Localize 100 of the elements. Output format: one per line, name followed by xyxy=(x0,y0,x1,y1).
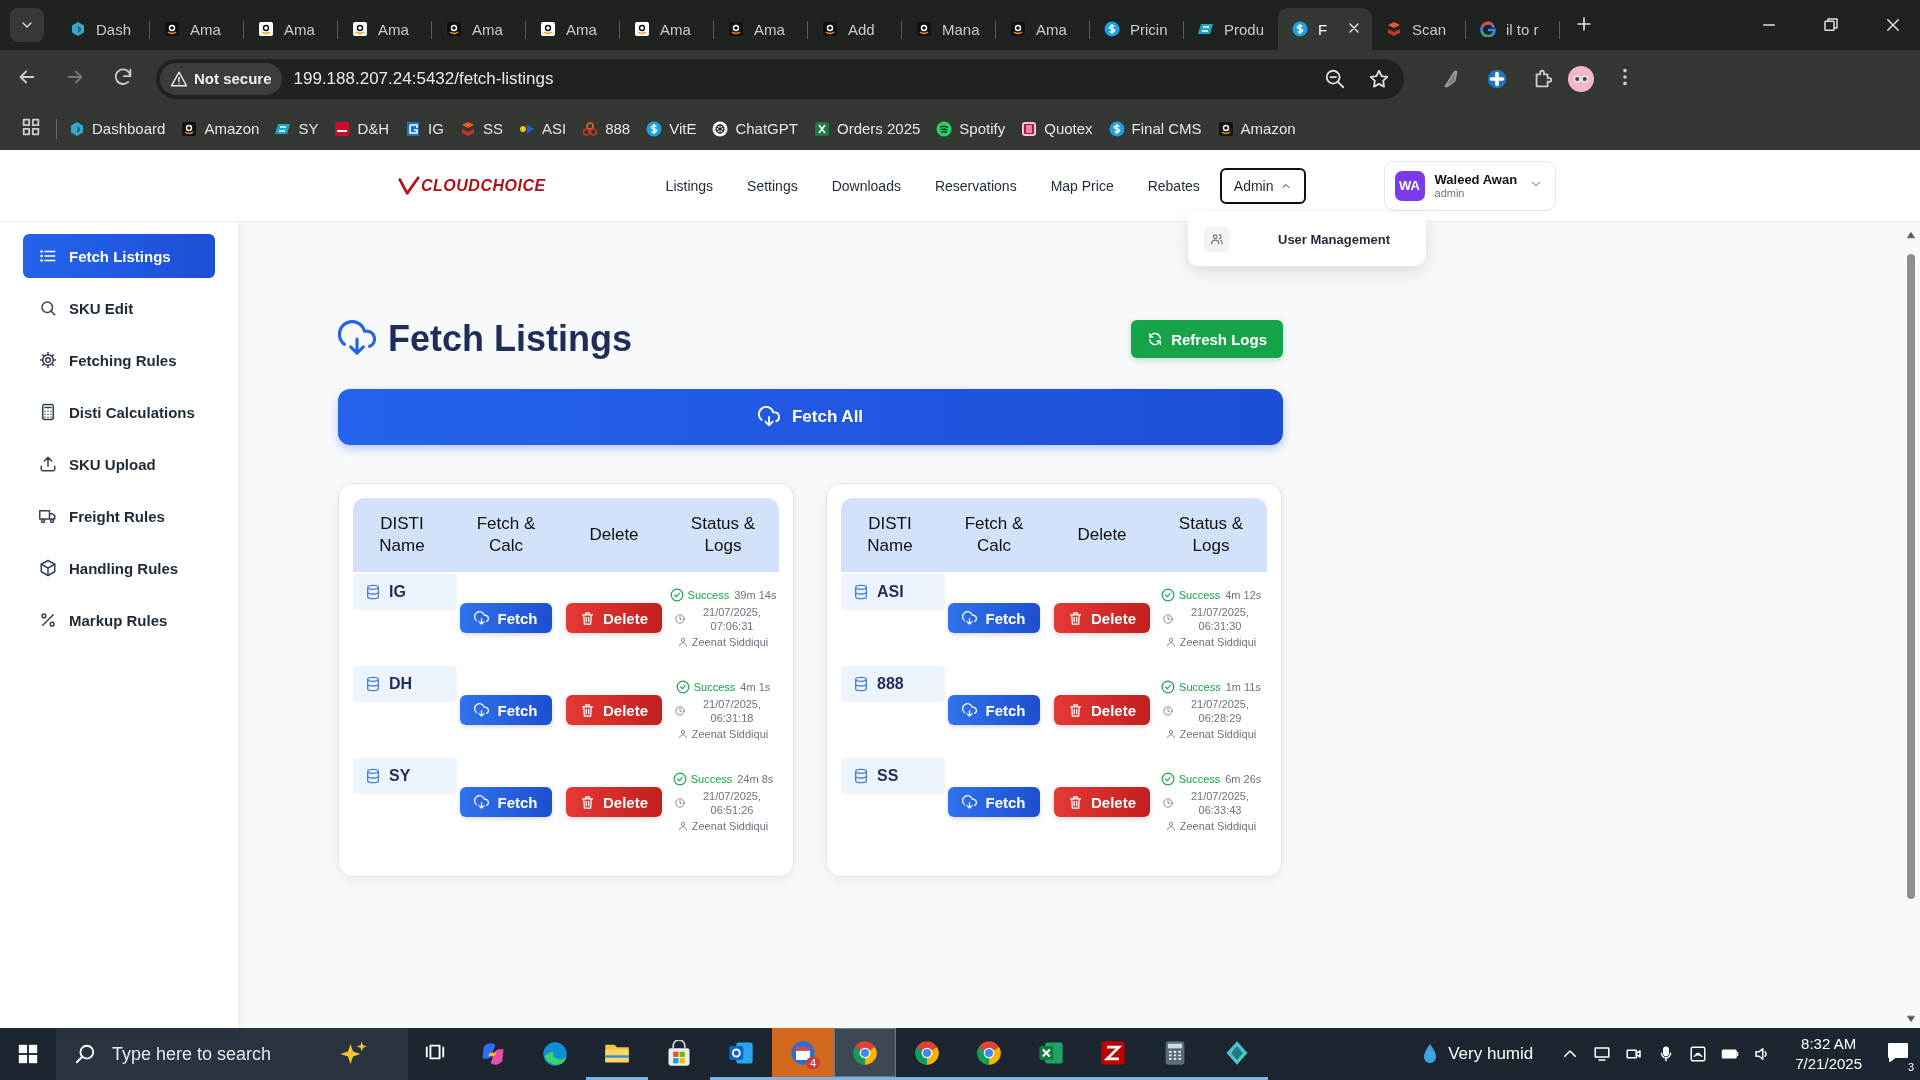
delete-button[interactable]: Delete xyxy=(566,603,662,633)
bookmark[interactable]: ChatGPT xyxy=(712,120,798,137)
fetch-button[interactable]: Fetch xyxy=(948,787,1040,817)
bookmark[interactable]: Amazon xyxy=(1217,120,1296,137)
browser-tab[interactable]: Ama xyxy=(620,8,714,50)
fetch-button[interactable]: Fetch xyxy=(948,695,1040,725)
user-icon xyxy=(1165,821,1176,831)
monitor-icon[interactable] xyxy=(1593,1045,1612,1063)
browser-tab[interactable]: Dash xyxy=(56,8,150,50)
search-field[interactable]: Type here to search xyxy=(56,1028,408,1080)
fetch-button[interactable]: Fetch xyxy=(460,787,552,817)
smile-logo-icon xyxy=(540,21,556,37)
sidebar-item[interactable]: Fetching Rules xyxy=(23,338,215,382)
nav-link[interactable]: Rebates xyxy=(1133,167,1214,204)
delete-button[interactable]: Delete xyxy=(1054,787,1150,817)
column-header: Status & Logs xyxy=(1155,498,1267,572)
sidebar-item[interactable]: Fetch Listings xyxy=(23,234,215,278)
browser-tab[interactable]: Ama xyxy=(338,8,432,50)
notification-count: 3 xyxy=(1905,1060,1916,1073)
bookmark[interactable]: Quotex xyxy=(1021,120,1093,137)
status-text: Success xyxy=(693,681,736,693)
browser-tab[interactable]: Produ xyxy=(1184,8,1278,50)
logo[interactable]: CLOUDCHOICE xyxy=(398,174,546,197)
browser-tab[interactable]: F xyxy=(1278,8,1372,50)
nav-link[interactable]: Admin xyxy=(1219,167,1306,204)
menu-item[interactable]: User Management xyxy=(1198,220,1416,258)
windows-logo-icon[interactable] xyxy=(17,1043,39,1065)
scrollbar-thumb[interactable] xyxy=(1907,254,1915,899)
trash-icon xyxy=(580,794,595,810)
bookmark[interactable]: SY xyxy=(275,120,319,137)
nav-link[interactable]: Listings xyxy=(651,167,728,204)
browser-tab[interactable]: Pricin xyxy=(1090,8,1184,50)
reload-icon[interactable] xyxy=(112,65,134,88)
browser-tab[interactable]: Ama xyxy=(244,8,338,50)
sidebar-item[interactable]: Handling Rules xyxy=(23,546,215,590)
nav-link[interactable]: Reservations xyxy=(920,167,1031,204)
browser-tab[interactable]: Ama xyxy=(432,8,526,50)
star-icon[interactable] xyxy=(1368,67,1390,90)
browser-tab[interactable]: il to r xyxy=(1466,8,1560,50)
user-avatar: WA xyxy=(1394,170,1425,201)
status-text: Success xyxy=(1179,681,1221,693)
database-icon xyxy=(365,768,381,784)
scroll-up-icon[interactable] xyxy=(1906,230,1916,240)
browser-tab[interactable]: Scan xyxy=(1372,8,1466,50)
tab-search-button[interactable] xyxy=(10,8,44,42)
nav-link[interactable]: Settings xyxy=(733,167,812,204)
fetch-all-button[interactable]: Fetch All xyxy=(338,389,1283,445)
restore-icon[interactable] xyxy=(1822,16,1840,34)
delete-button[interactable]: Delete xyxy=(566,787,662,817)
address-bar[interactable]: Not secure 199.188.207.24:5432/fetch-listings xyxy=(156,58,1404,99)
sidebar-item[interactable]: SKU Upload xyxy=(23,442,215,486)
sidebar-item[interactable]: SKU Edit xyxy=(23,286,215,330)
puzzle-cross-icon[interactable] xyxy=(1486,67,1508,90)
fetch-button[interactable]: Fetch xyxy=(948,603,1040,633)
bookmark[interactable]: 888 xyxy=(582,120,631,137)
timestamp-text: 21/07/2025, 06:31:18 xyxy=(701,697,763,725)
bookmark[interactable]: D&H xyxy=(334,120,390,137)
smile-logo-icon xyxy=(258,21,274,37)
security-chip[interactable]: Not secure xyxy=(160,62,282,95)
browser-tab[interactable]: Ama xyxy=(526,8,620,50)
sidebar-item[interactable]: Disti Calculations xyxy=(23,390,215,434)
settings-icon xyxy=(39,351,57,369)
browser-tab[interactable]: Ama xyxy=(714,8,808,50)
browser-tab[interactable]: Mana xyxy=(902,8,996,50)
network-icon[interactable] xyxy=(1689,1045,1708,1063)
cloud-download-icon xyxy=(962,610,978,626)
bookmark[interactable]: Final CMS xyxy=(1108,120,1202,137)
sidebar-item[interactable]: Freight Rules xyxy=(23,494,215,538)
nav-link[interactable]: Downloads xyxy=(817,167,915,204)
profile-avatar[interactable] xyxy=(1568,65,1594,92)
scroll-down-icon[interactable] xyxy=(1906,1014,1916,1024)
bookmark[interactable]: VitE xyxy=(646,120,697,137)
timestamp-text: 21/07/2025, 07:06:31 xyxy=(701,605,763,633)
zoom-icon[interactable] xyxy=(1324,67,1346,90)
timestamp-text: 21/07/2025, 06:31:30 xyxy=(1189,605,1251,633)
bookmark[interactable]: SS xyxy=(459,120,503,137)
user-menu[interactable]: WA Waleed Awan admin xyxy=(1383,160,1556,211)
bookmark[interactable]: Amazon xyxy=(181,120,260,137)
browser-tab[interactable]: Ama xyxy=(996,8,1090,50)
search-input[interactable]: Type here to search xyxy=(110,1042,324,1066)
database-icon xyxy=(365,676,381,692)
clock-icon xyxy=(1163,706,1173,716)
delete-button[interactable]: Delete xyxy=(1054,603,1150,633)
taskbar-app[interactable]: 4 xyxy=(772,1028,834,1080)
delete-button[interactable]: Delete xyxy=(1054,695,1150,725)
bookmark[interactable]: Spotify xyxy=(936,120,1006,137)
bookmark[interactable]: Dashboard xyxy=(69,120,166,137)
bookmark[interactable]: Orders 2025 xyxy=(813,120,921,137)
close-icon[interactable] xyxy=(1884,16,1902,34)
delete-button[interactable]: Delete xyxy=(566,695,662,725)
fetch-button[interactable]: Fetch xyxy=(460,603,552,633)
bookmark[interactable]: ASI xyxy=(518,120,567,137)
nav-link[interactable]: Map Price xyxy=(1036,167,1128,204)
sidebar-item[interactable]: Markup Rules xyxy=(23,598,215,642)
fetch-button[interactable]: Fetch xyxy=(460,695,552,725)
bookmark[interactable]: IG xyxy=(405,120,444,137)
browser-tab[interactable]: Ama xyxy=(150,8,244,50)
browser-tab[interactable]: Add xyxy=(808,8,902,50)
disti-name: ASI xyxy=(841,574,945,610)
trash-icon xyxy=(1068,794,1083,810)
